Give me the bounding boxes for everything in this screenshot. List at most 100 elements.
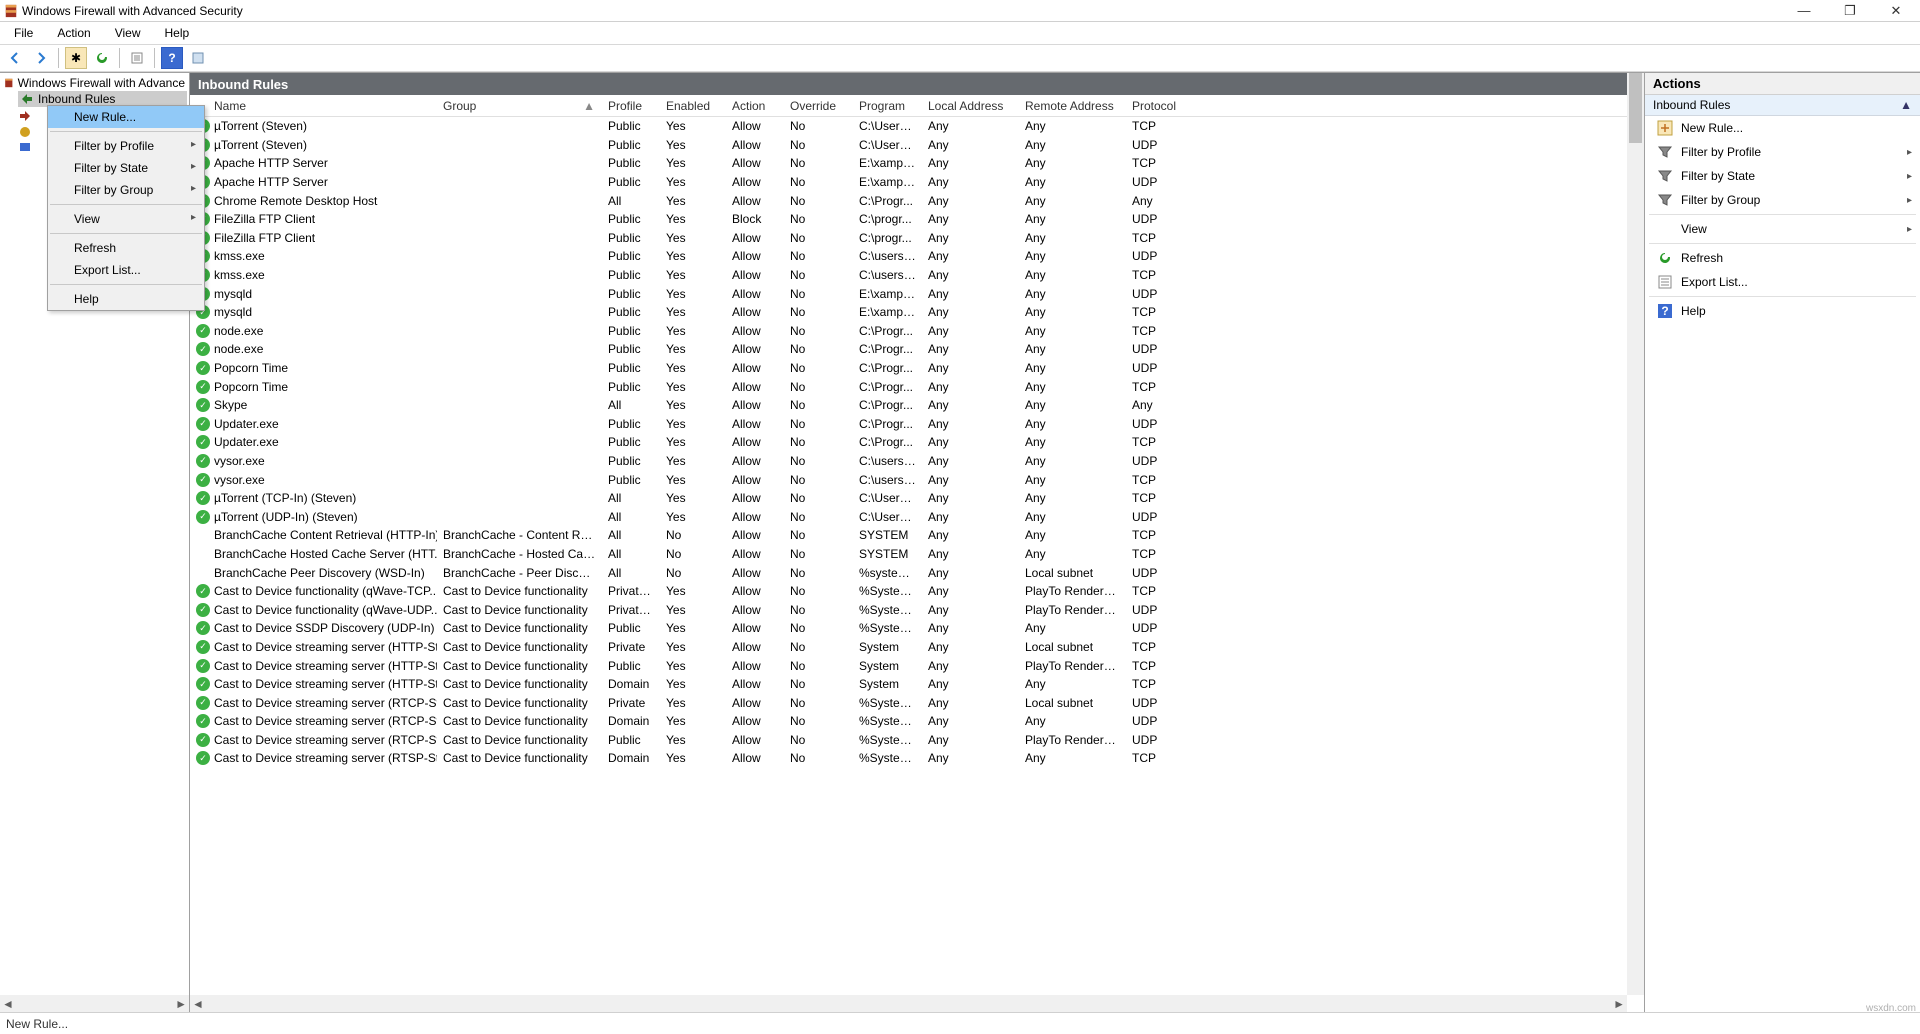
action-filter-by-state[interactable]: Filter by State	[1645, 164, 1920, 188]
context-help[interactable]: Help	[48, 288, 204, 310]
cell-override: No	[784, 510, 853, 524]
cell-profile: Public	[602, 119, 660, 133]
close-button[interactable]: ✕	[1882, 3, 1910, 19]
table-row[interactable]: ✓SkypeAllYesAllowNoC:\Progr...AnyAnyAny	[190, 396, 1644, 415]
context-filter-profile[interactable]: Filter by Profile	[48, 135, 204, 157]
table-row[interactable]: BranchCache Content Retrieval (HTTP-In)B…	[190, 526, 1644, 545]
context-export[interactable]: Export List...	[48, 259, 204, 281]
context-new-rule[interactable]: New Rule...	[48, 106, 204, 128]
action-label: View	[1681, 222, 1707, 236]
rule-name: FileZilla FTP Client	[214, 231, 315, 245]
grid-body[interactable]: ✓µTorrent (Steven)PublicYesAllowNoC:\Use…	[190, 117, 1644, 1012]
action-new-rule-[interactable]: New Rule...	[1645, 116, 1920, 140]
cell-action: Allow	[726, 175, 784, 189]
table-row[interactable]: ✓FileZilla FTP ClientPublicYesBlockNoC:\…	[190, 210, 1644, 229]
col-protocol[interactable]: Protocol	[1126, 97, 1191, 115]
table-row[interactable]: ✓mysqldPublicYesAllowNoE:\xampp...AnyAny…	[190, 284, 1644, 303]
cell-program: C:\users\...	[853, 473, 922, 487]
col-local[interactable]: Local Address	[922, 97, 1019, 115]
table-row[interactable]: ✓kmss.exePublicYesAllowNoC:\users\...Any…	[190, 266, 1644, 285]
cell-action: Allow	[726, 342, 784, 356]
table-row[interactable]: ✓µTorrent (Steven)PublicYesAllowNoC:\Use…	[190, 117, 1644, 136]
action-view[interactable]: View	[1645, 217, 1920, 241]
table-row[interactable]: ✓FileZilla FTP ClientPublicYesAllowNoC:\…	[190, 229, 1644, 248]
table-row[interactable]: ✓Updater.exePublicYesAllowNoC:\Progr...A…	[190, 433, 1644, 452]
cell-local: Any	[922, 566, 1019, 580]
action-help[interactable]: ?Help	[1645, 299, 1920, 323]
table-row[interactable]: ✓µTorrent (UDP-In) (Steven)AllYesAllowNo…	[190, 507, 1644, 526]
table-row[interactable]: ✓Popcorn TimePublicYesAllowNoC:\Progr...…	[190, 359, 1644, 378]
forward-button[interactable]	[30, 47, 52, 69]
table-row[interactable]: ✓Popcorn TimePublicYesAllowNoC:\Progr...…	[190, 377, 1644, 396]
col-enabled[interactable]: Enabled	[660, 97, 726, 115]
cell-action: Allow	[726, 473, 784, 487]
context-view[interactable]: View	[48, 208, 204, 230]
cell-remote: Any	[1019, 249, 1126, 263]
menu-view[interactable]: View	[103, 23, 153, 43]
table-row[interactable]: ✓µTorrent (Steven)PublicYesAllowNoC:\Use…	[190, 136, 1644, 155]
horizontal-scrollbar[interactable]: ◄►	[190, 995, 1627, 1012]
context-filter-state[interactable]: Filter by State	[48, 157, 204, 179]
table-row[interactable]: ✓vysor.exePublicYesAllowNoC:\users\...An…	[190, 452, 1644, 471]
table-row[interactable]: ✓Cast to Device streaming server (RTCP-S…	[190, 712, 1644, 731]
help-button[interactable]: ?	[161, 47, 183, 69]
action-refresh[interactable]: Refresh	[1645, 246, 1920, 270]
table-row[interactable]: ✓Cast to Device streaming server (RTSP-S…	[190, 749, 1644, 768]
cell-override: No	[784, 714, 853, 728]
new-button[interactable]: ✱	[65, 47, 87, 69]
cell-enabled: Yes	[660, 324, 726, 338]
refresh-button[interactable]	[91, 47, 113, 69]
export-button[interactable]	[126, 47, 148, 69]
menu-action[interactable]: Action	[45, 23, 102, 43]
col-action[interactable]: Action	[726, 97, 784, 115]
context-refresh[interactable]: Refresh	[48, 237, 204, 259]
table-row[interactable]: ✓Cast to Device streaming server (HTTP-S…	[190, 675, 1644, 694]
vertical-scrollbar[interactable]	[1627, 73, 1644, 995]
col-remote[interactable]: Remote Address	[1019, 97, 1126, 115]
menu-help[interactable]: Help	[153, 23, 202, 43]
tree-hscrollbar[interactable]: ◄►	[0, 995, 189, 1012]
table-row[interactable]: ✓Updater.exePublicYesAllowNoC:\Progr...A…	[190, 415, 1644, 434]
tree-root[interactable]: Windows Firewall with Advance	[2, 75, 187, 91]
col-profile[interactable]: Profile	[602, 97, 660, 115]
table-row[interactable]: ✓Cast to Device SSDP Discovery (UDP-In)C…	[190, 619, 1644, 638]
cell-program: SYSTEM	[853, 528, 922, 542]
table-row[interactable]: ✓µTorrent (TCP-In) (Steven)AllYesAllowNo…	[190, 489, 1644, 508]
action-export-list-[interactable]: Export List...	[1645, 270, 1920, 294]
col-group[interactable]: Group▲	[437, 97, 602, 115]
table-row[interactable]: ✓Cast to Device streaming server (RTCP-S…	[190, 731, 1644, 750]
cell-local: Any	[922, 194, 1019, 208]
context-filter-group[interactable]: Filter by Group	[48, 179, 204, 201]
cell-group: Cast to Device functionality	[437, 696, 602, 710]
minimize-button[interactable]: —	[1790, 3, 1818, 19]
table-row[interactable]: ✓node.exePublicYesAllowNoC:\Progr...AnyA…	[190, 322, 1644, 341]
maximize-button[interactable]: ❐	[1836, 3, 1864, 19]
collapse-icon[interactable]: ▲	[1900, 98, 1912, 112]
table-row[interactable]: ✓Cast to Device streaming server (HTTP-S…	[190, 656, 1644, 675]
cell-override: No	[784, 119, 853, 133]
table-row[interactable]: BranchCache Hosted Cache Server (HTT...B…	[190, 545, 1644, 564]
cell-enabled: Yes	[660, 733, 726, 747]
col-override[interactable]: Override	[784, 97, 853, 115]
table-row[interactable]: ✓Chrome Remote Desktop HostAllYesAllowNo…	[190, 191, 1644, 210]
back-button[interactable]	[4, 47, 26, 69]
table-row[interactable]: ✓kmss.exePublicYesAllowNoC:\users\...Any…	[190, 247, 1644, 266]
cell-protocol: TCP	[1126, 528, 1191, 542]
action-filter-by-profile[interactable]: Filter by Profile	[1645, 140, 1920, 164]
table-row[interactable]: ✓Cast to Device functionality (qWave-TCP…	[190, 582, 1644, 601]
cell-action: Allow	[726, 435, 784, 449]
table-row[interactable]: ✓Cast to Device streaming server (RTCP-S…	[190, 693, 1644, 712]
show-hide-button[interactable]	[187, 47, 209, 69]
action-filter-by-group[interactable]: Filter by Group	[1645, 188, 1920, 212]
menu-file[interactable]: File	[2, 23, 45, 43]
table-row[interactable]: ✓node.exePublicYesAllowNoC:\Progr...AnyA…	[190, 340, 1644, 359]
table-row[interactable]: ✓Apache HTTP ServerPublicYesAllowNoE:\xa…	[190, 173, 1644, 192]
table-row[interactable]: ✓Apache HTTP ServerPublicYesAllowNoE:\xa…	[190, 154, 1644, 173]
table-row[interactable]: ✓Cast to Device functionality (qWave-UDP…	[190, 600, 1644, 619]
table-row[interactable]: ✓Cast to Device streaming server (HTTP-S…	[190, 638, 1644, 657]
table-row[interactable]: BranchCache Peer Discovery (WSD-In)Branc…	[190, 563, 1644, 582]
table-row[interactable]: ✓vysor.exePublicYesAllowNoC:\users\...An…	[190, 470, 1644, 489]
col-program[interactable]: Program	[853, 97, 922, 115]
table-row[interactable]: ✓mysqldPublicYesAllowNoE:\xampp...AnyAny…	[190, 303, 1644, 322]
col-name[interactable]: Name	[190, 97, 437, 115]
